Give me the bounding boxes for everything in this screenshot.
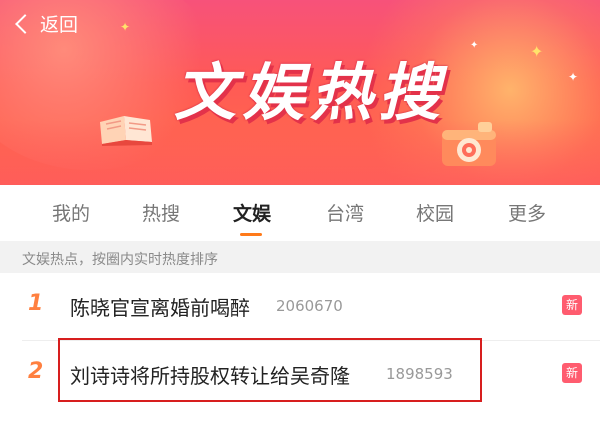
tab-campus[interactable]: 校园 xyxy=(416,199,454,226)
category-tabs: 我的 热搜 文娱 台湾 校园 更多 xyxy=(0,185,600,237)
back-label: 返回 xyxy=(40,14,79,36)
tab-mine[interactable]: 我的 xyxy=(52,199,90,226)
sparkle-icon: ✦ xyxy=(568,70,579,84)
back-button[interactable]: 返回 xyxy=(14,10,78,37)
new-badge: 新 xyxy=(562,363,582,383)
list-description: 文娱热点，按圈内实时热度排序 xyxy=(0,241,600,273)
list-description-text: 文娱热点，按圈内实时热度排序 xyxy=(22,252,218,268)
active-tab-indicator xyxy=(240,233,262,236)
tab-taiwan[interactable]: 台湾 xyxy=(326,199,364,226)
rank-number: 1 xyxy=(28,291,44,316)
highlight-annotation-box xyxy=(58,338,482,402)
tab-entertainment[interactable]: 文娱 xyxy=(233,199,271,226)
banner-title: 文娱热搜 xyxy=(173,56,446,129)
rank-number: 2 xyxy=(28,359,44,384)
chevron-left-icon xyxy=(15,13,35,34)
tab-more[interactable]: 更多 xyxy=(508,199,546,226)
sparkle-icon: ✦ xyxy=(120,20,131,34)
heat-value: 2060670 xyxy=(276,297,343,315)
list-item[interactable]: 1 陈晓官宣离婚前喝醉 2060670 新 xyxy=(0,273,600,341)
sparkle-icon: ✦ xyxy=(530,42,544,61)
new-badge: 新 xyxy=(562,295,582,315)
tab-hot-search[interactable]: 热搜 xyxy=(142,199,180,226)
hot-topic-title: 陈晓官宣离婚前喝醉 xyxy=(70,296,250,320)
